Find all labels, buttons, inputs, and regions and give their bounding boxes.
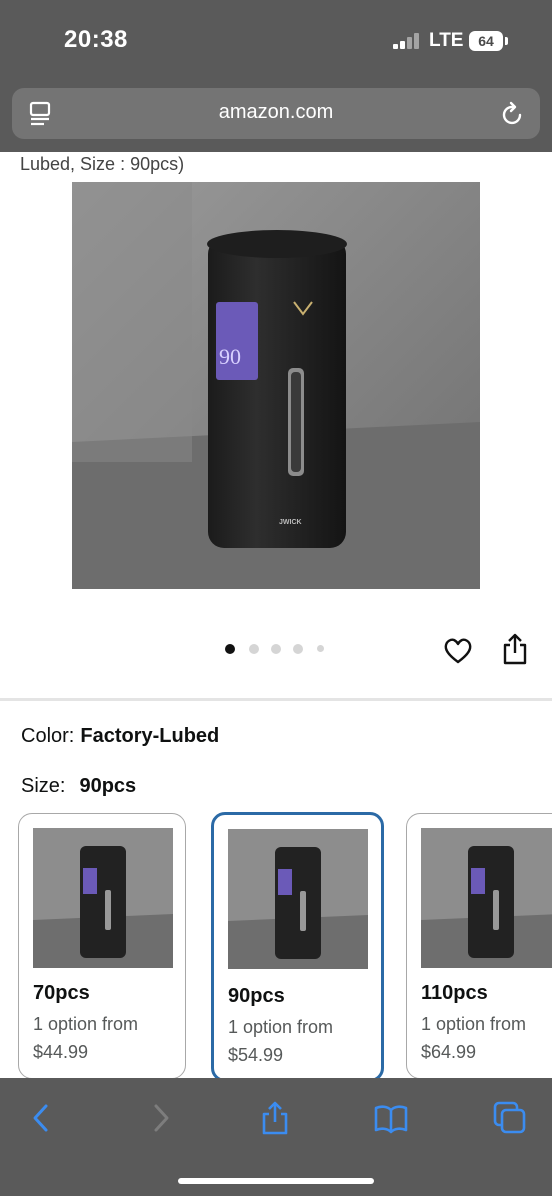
option-price: $44.99 [33, 1042, 89, 1062]
url-text[interactable]: amazon.com [0, 101, 552, 124]
option-count: 1 option from [228, 1017, 334, 1037]
color-label: Color: [21, 725, 75, 747]
carousel-dot[interactable] [225, 644, 235, 654]
size-selection: Size: 90pcs [21, 775, 136, 798]
carousel-dot[interactable] [293, 644, 303, 654]
share-icon[interactable] [502, 632, 528, 666]
share-icon[interactable] [257, 1100, 293, 1136]
back-icon[interactable] [24, 1100, 60, 1136]
product-photo: 90 JWICK [72, 182, 480, 589]
carousel-dot[interactable] [317, 645, 324, 652]
size-option-70pcs[interactable]: 70pcs 1 option from $44.99 [18, 813, 186, 1079]
option-price: $54.99 [228, 1045, 284, 1065]
option-name: 110pcs [421, 982, 488, 1004]
option-count: 1 option from [33, 1014, 139, 1034]
status-time: 20:38 [64, 26, 128, 53]
size-option-110pcs[interactable]: 110pcs 1 option from $64.99 [406, 813, 552, 1079]
tabs-icon[interactable] [492, 1100, 528, 1136]
option-count: 1 option from [421, 1014, 527, 1034]
option-thumbnail [228, 829, 368, 969]
option-thumbnail [33, 828, 173, 968]
reload-icon[interactable] [500, 100, 526, 128]
size-label: Size: [21, 775, 66, 797]
option-price: $64.99 [421, 1042, 477, 1062]
battery-nub [505, 37, 508, 45]
option-name: 70pcs [33, 982, 90, 1004]
bookmarks-icon[interactable] [373, 1100, 409, 1136]
forward-icon[interactable] [142, 1100, 178, 1136]
brand-text: JWICK [279, 519, 302, 526]
color-selection: Color: Factory-Lubed [21, 725, 219, 748]
size-value: 90pcs [79, 775, 137, 797]
section-divider [0, 698, 552, 701]
signal-strength-icon [393, 33, 421, 49]
label-qty: 90 [219, 344, 241, 369]
battery-icon: 64 [469, 31, 503, 51]
carrier-label: LTE [429, 30, 464, 51]
carousel-dot[interactable] [271, 644, 281, 654]
product-title-fragment: Lubed, Size : 90pcs) [20, 154, 185, 174]
size-option-90pcs[interactable]: 90pcs 1 option from $54.99 [211, 812, 384, 1082]
option-name: 90pcs [228, 985, 285, 1007]
product-image[interactable]: 90 JWICK [72, 182, 480, 589]
carousel-dot[interactable] [249, 644, 259, 654]
image-carousel-dots[interactable] [225, 642, 335, 656]
color-value: Factory-Lubed [80, 725, 220, 747]
home-indicator [178, 1178, 374, 1184]
option-thumbnail [421, 828, 552, 968]
heart-icon[interactable] [443, 636, 473, 666]
